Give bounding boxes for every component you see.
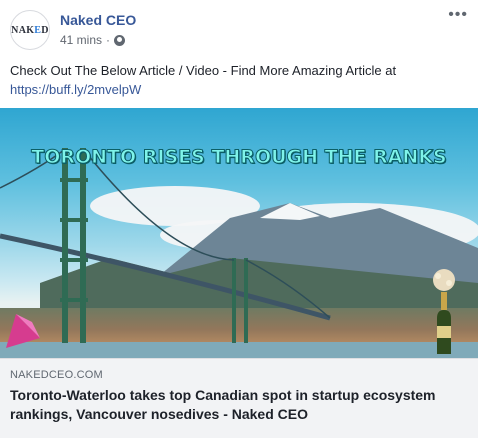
- champagne-bottle-icon: [433, 269, 455, 354]
- post-body: Check Out The Below Article / Video - Fi…: [10, 61, 470, 99]
- more-options-icon[interactable]: •••: [448, 7, 468, 23]
- link-domain: NAKEDCEO.COM: [10, 369, 103, 381]
- post-meta: 41 mins ·: [60, 33, 126, 47]
- facebook-post: NAKED Naked CEO 41 mins · ••• Check Out …: [0, 0, 478, 438]
- party-popper-icon: [6, 314, 40, 348]
- link-preview-image[interactable]: TORONTO RISES THROUGH THE RANKS: [0, 108, 478, 358]
- meta-separator: ·: [106, 33, 111, 47]
- image-headline: TORONTO RISES THROUGH THE RANKS: [31, 146, 447, 169]
- link-title[interactable]: Toronto-Waterloo takes top Canadian spot…: [10, 386, 470, 424]
- link-preview-card[interactable]: NAKEDCEO.COM Toronto-Waterloo takes top …: [0, 358, 478, 438]
- post-body-text: Check Out The Below Article / Video - Fi…: [10, 63, 397, 78]
- globe-icon[interactable]: [114, 34, 126, 46]
- page-name[interactable]: Naked CEO: [60, 12, 136, 28]
- avatar-logo: NAKED: [11, 24, 49, 36]
- page-avatar[interactable]: NAKED: [10, 10, 50, 50]
- timestamp[interactable]: 41 mins: [60, 33, 102, 47]
- post-body-link[interactable]: https://buff.ly/2mvelpW: [10, 80, 470, 99]
